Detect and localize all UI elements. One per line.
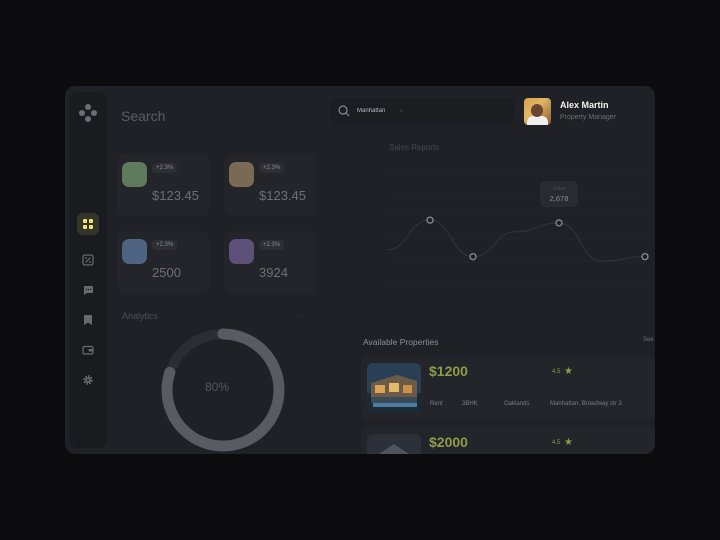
stat-badge: +2.3% (152, 240, 178, 250)
sales-report-title: Sales Reports (389, 143, 440, 152)
stat-icon (229, 162, 254, 187)
property-card[interactable]: $2000 4.5 ★ (361, 427, 655, 454)
stat-icon (122, 162, 147, 187)
available-properties-title: Available Properties (363, 337, 439, 347)
stat-icon (229, 239, 254, 264)
app-logo-icon[interactable] (79, 104, 97, 122)
stat-value: 3924 (259, 265, 288, 280)
stat-badge: +2.3% (259, 240, 285, 250)
bookmark-icon (84, 315, 92, 325)
chart-tooltip-label: Sales (553, 186, 566, 192)
stat-card[interactable]: +2.3% $123.45 (117, 154, 209, 216)
page-title: Search (121, 108, 166, 124)
stat-badge: +2.3% (259, 163, 285, 173)
sales-point[interactable] (426, 216, 434, 224)
property-price: $1200 (429, 363, 468, 379)
sidebar (69, 92, 107, 448)
property-rating: 4.5 (552, 440, 561, 446)
search-input[interactable] (357, 108, 397, 114)
sidebar-item-wallet[interactable] (77, 339, 99, 361)
analytics-more-button[interactable]: ... (296, 309, 303, 318)
property-rating: 4.5 (552, 369, 561, 375)
stat-card[interactable]: +2.3% 3924 (224, 231, 316, 293)
property-address: Manhattan, Broadway str 3 (550, 401, 622, 407)
dashboard-window: Search × Alex Martin Property Manager +2… (65, 86, 655, 454)
property-price: $2000 (429, 434, 468, 450)
stat-value: 2500 (152, 265, 181, 280)
sales-line (386, 219, 646, 262)
stat-icon (122, 239, 147, 264)
percent-icon (82, 254, 94, 266)
sales-point[interactable] (469, 252, 477, 261)
chart-tooltip-value: 2,678 (550, 194, 569, 203)
sidebar-item-saved[interactable] (77, 309, 99, 331)
dashboard-icon (83, 219, 93, 229)
property-image[interactable] (367, 363, 421, 413)
search-icon (338, 105, 350, 117)
avatar[interactable] (524, 98, 551, 125)
stat-value: $123.45 (259, 188, 306, 203)
sidebar-item-messages[interactable] (77, 279, 99, 301)
stat-card[interactable]: +2.3% $123.45 (224, 154, 316, 216)
sales-chart: Sales 2,678 (386, 169, 649, 285)
sidebar-item-offers[interactable] (77, 249, 99, 271)
stat-badge: +2.3% (152, 163, 178, 173)
star-icon: ★ (564, 437, 573, 448)
analytics-percent: 80% (204, 380, 230, 394)
star-icon: ★ (564, 366, 573, 377)
user-role: Property Manager (560, 114, 617, 121)
analytics-title: Analytics (122, 311, 159, 321)
property-rooms: 3BHK (462, 401, 478, 407)
user-name: Alex Martin (560, 100, 609, 110)
property-type: Rent (430, 401, 443, 407)
sales-point[interactable] (641, 252, 649, 261)
sales-point[interactable] (555, 219, 563, 227)
search-bar[interactable]: × (331, 98, 515, 124)
stat-value: $123.45 (152, 188, 199, 203)
property-area: Oaklands (504, 401, 530, 407)
stat-card[interactable]: +2.3% 2500 (117, 231, 209, 293)
settings-icon (83, 375, 93, 385)
property-card[interactable]: $1200 4.5 ★ Rent 3BHK Oaklands Manhattan… (361, 356, 655, 420)
sidebar-item-settings[interactable] (77, 369, 99, 391)
clear-search-icon[interactable]: × (399, 108, 403, 115)
see-all-link[interactable]: See (643, 337, 654, 343)
sidebar-item-dashboard[interactable] (77, 213, 99, 235)
property-image[interactable] (367, 434, 421, 454)
wallet-icon (82, 345, 94, 355)
chat-icon (84, 286, 93, 295)
